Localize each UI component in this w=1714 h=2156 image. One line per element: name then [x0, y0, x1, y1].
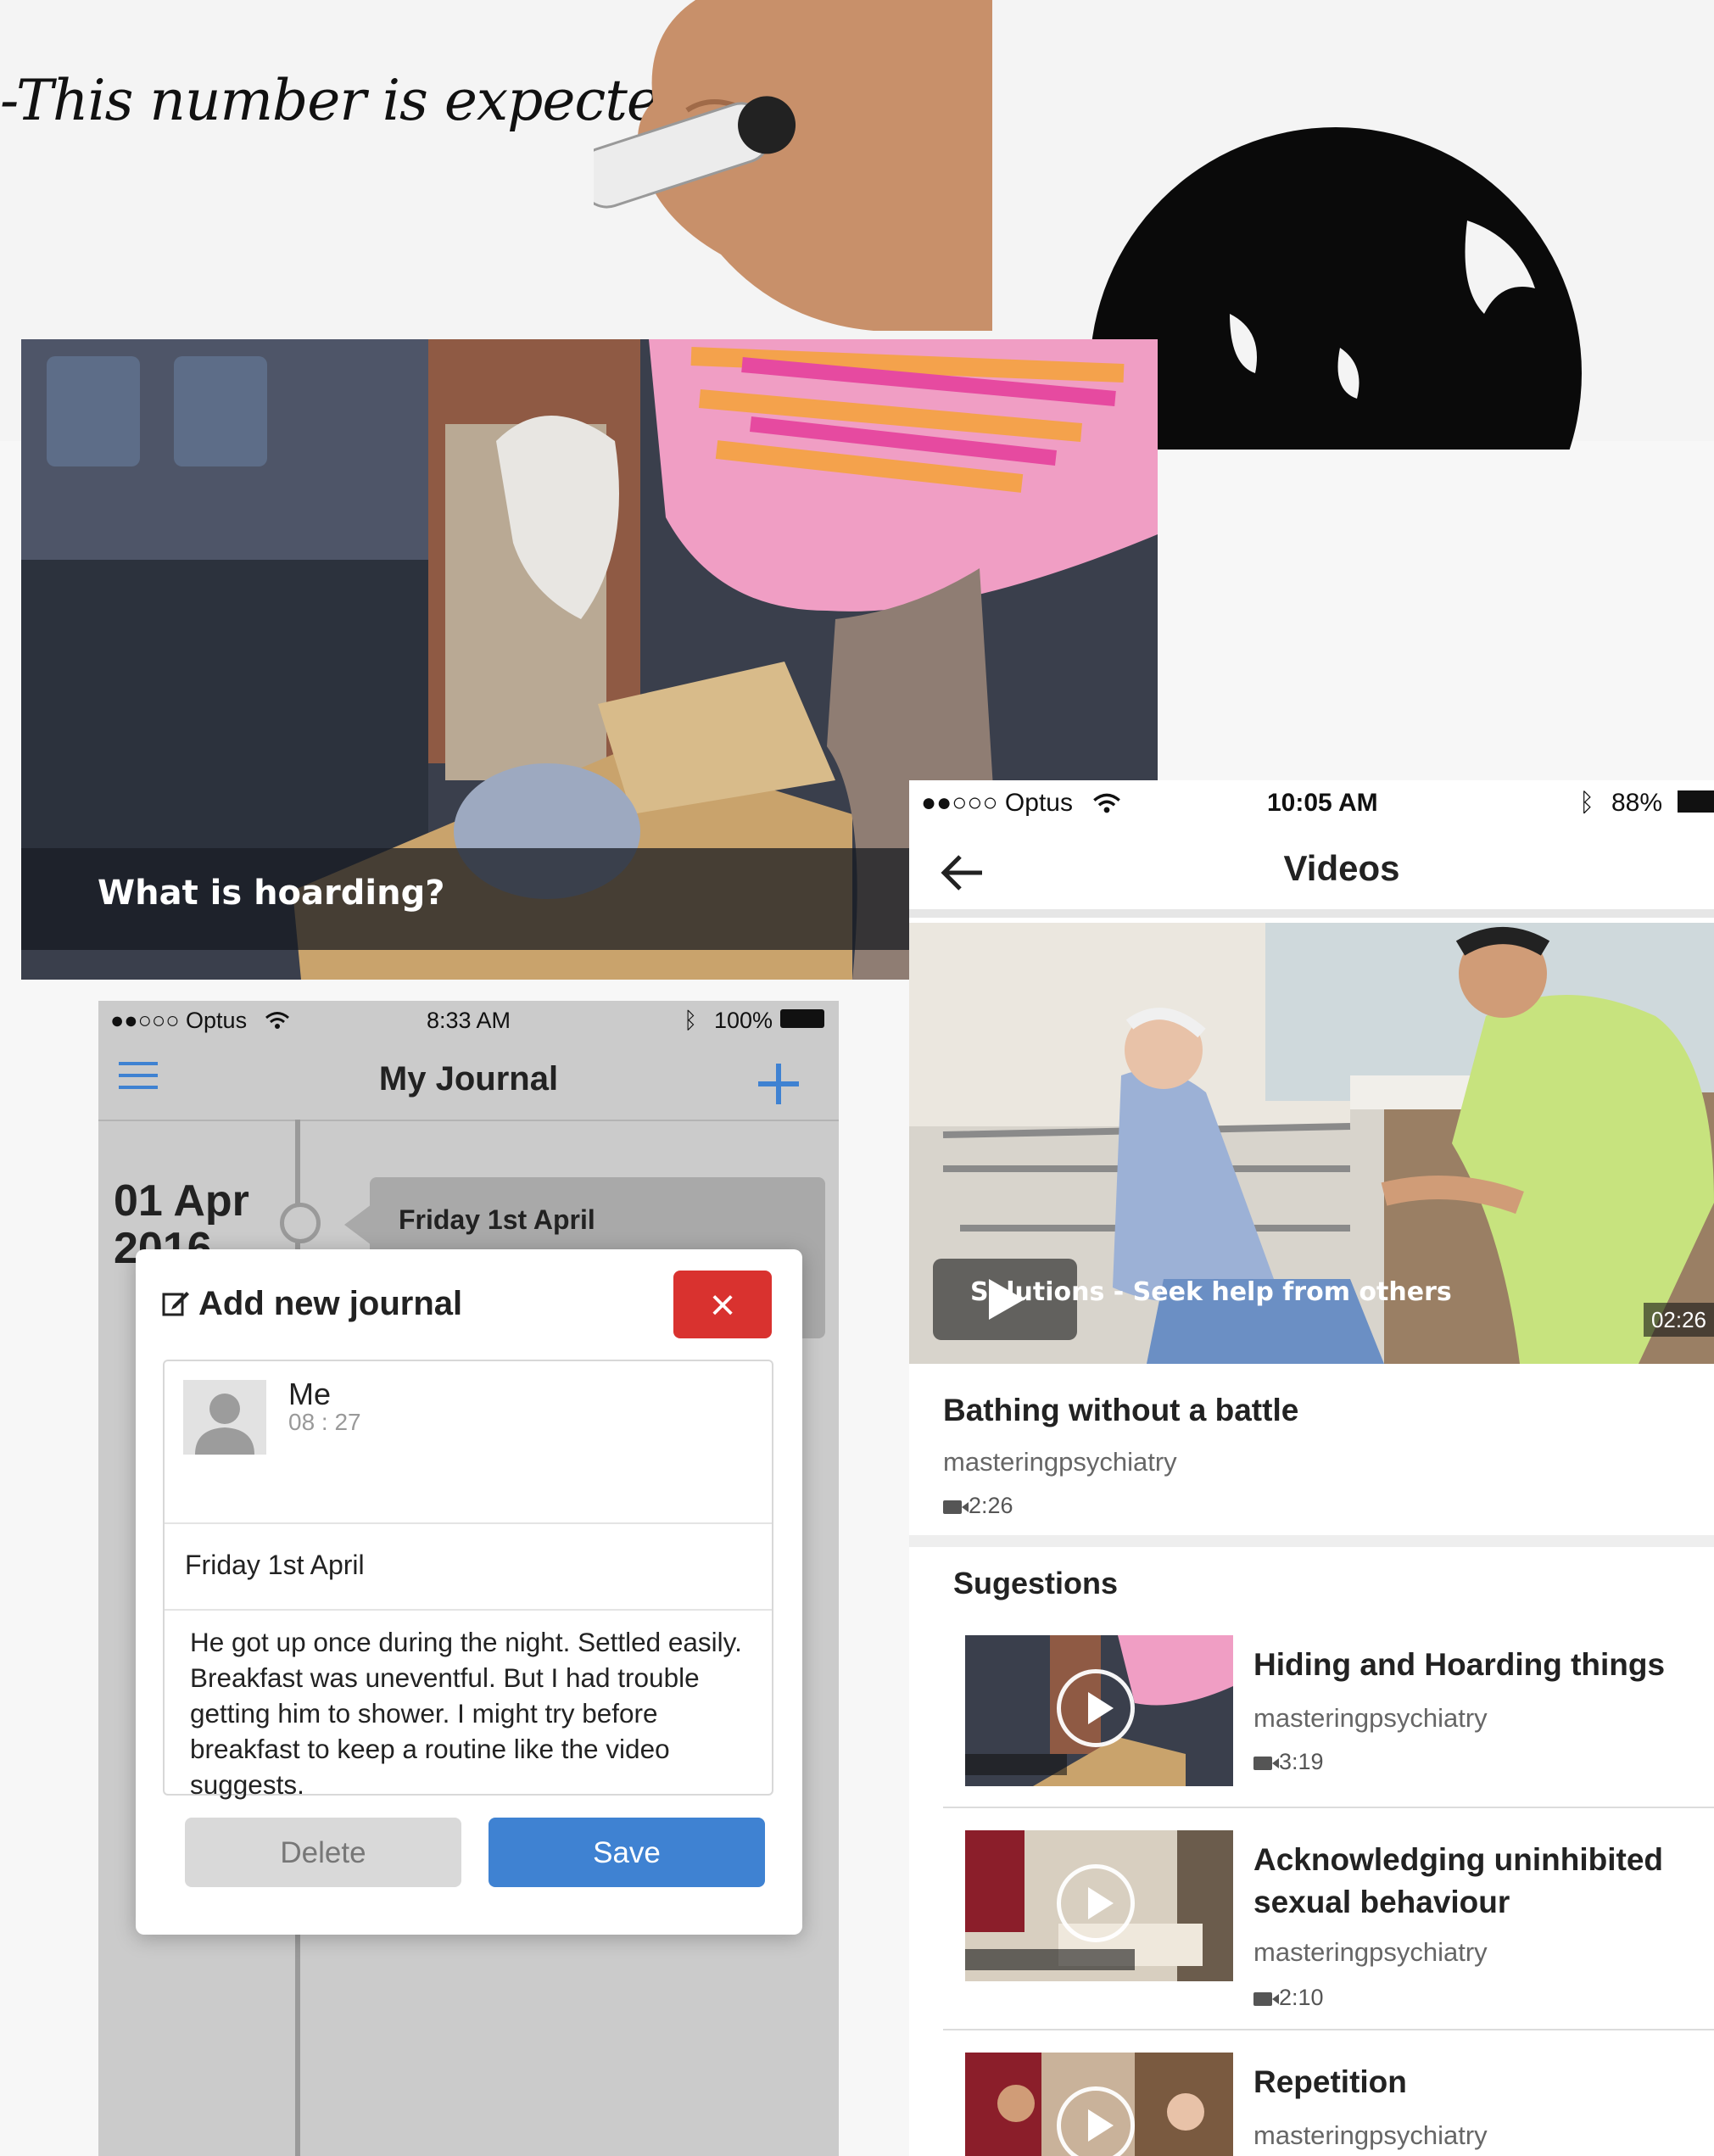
suggestion-duration: 2:10: [1253, 1985, 1324, 2011]
suggestion-item[interactable]: Acknowledging uninhibited sexual behavio…: [935, 1830, 1714, 2034]
divider: [943, 2029, 1714, 2030]
journal-form: Me 08 : 27 Friday 1st April He got up on…: [163, 1360, 773, 1800]
page-title: My Journal: [378, 1060, 559, 1098]
whiteboard-text: -This number is expected: [0, 68, 695, 133]
video-camera-icon: [1253, 1756, 1279, 1770]
entry-title-field[interactable]: Friday 1st April: [165, 1522, 772, 1611]
play-icon: [1057, 1669, 1135, 1747]
modal-title-text: Add new journal: [198, 1285, 463, 1322]
suggestion-channel: masteringpsychiatry: [1253, 2120, 1488, 2150]
suggestion-title: Repetition: [1253, 2064, 1407, 2099]
status-battery: 100%: [714, 1008, 773, 1033]
entry-time: 08 : 27: [288, 1409, 361, 1435]
battery-icon: [1678, 790, 1714, 813]
video-caption: Solutions - Seek help from others: [970, 1277, 1452, 1307]
hand-with-marker-image: [594, 0, 992, 331]
video-title: Bathing without a battle: [943, 1393, 1299, 1427]
video-camera-icon: [943, 1500, 969, 1514]
avatar: [183, 1380, 266, 1455]
wifi-icon: [1093, 793, 1120, 813]
edit-icon: [162, 1292, 189, 1316]
video-channel: masteringpsychiatry: [943, 1447, 1177, 1477]
suggestion-item[interactable]: Hiding and Hoarding things masteringpsyc…: [935, 1635, 1714, 1796]
divider: [943, 1807, 1714, 1808]
status-time: 10:05 AM: [1267, 789, 1378, 817]
entry-title-value: Friday 1st April: [185, 1550, 365, 1580]
section-divider: [909, 1535, 1714, 1547]
video-duration-badge: 02:26: [1644, 1303, 1714, 1337]
video-camera-icon: [1253, 1991, 1279, 2006]
video-duration-value: 2:26: [969, 1493, 1013, 1518]
suggestion-thumbnail: [965, 2053, 1233, 2156]
battery-icon: [780, 1009, 824, 1028]
timeline-node: [280, 1203, 321, 1243]
card-arrow: [344, 1204, 371, 1245]
video-duration: 2:26: [943, 1493, 1013, 1519]
suggestion-item[interactable]: Repetition masteringpsychiatry: [935, 2053, 1714, 2156]
suggestion-channel: masteringpsychiatry: [1253, 1703, 1488, 1733]
bluetooth-icon: ᛒ: [1579, 789, 1594, 817]
bluetooth-icon: ᛒ: [684, 1008, 698, 1033]
delete-button[interactable]: Delete: [185, 1818, 461, 1887]
plus-icon[interactable]: [757, 1062, 801, 1106]
entry-text-area[interactable]: He got up once during the night. Settled…: [190, 1624, 750, 1802]
play-icon: [1057, 2086, 1135, 2156]
timeline-date-day: 01 Apr: [114, 1176, 249, 1226]
suggestion-thumbnail: [965, 1830, 1233, 1981]
suggestion-thumbnail: [965, 1635, 1233, 1786]
suggestion-duration-value: 3:19: [1279, 1749, 1324, 1774]
suggestion-duration-value: 2:10: [1279, 1985, 1324, 2010]
videos-screen: ●●○○○ Optus 10:05 AM ᛒ 88% Videos Soluti…: [909, 780, 1714, 2156]
save-button[interactable]: Save: [489, 1818, 765, 1887]
add-journal-modal: Add new journal × Me 08 : 27 Friday 1st …: [136, 1249, 802, 1935]
status-battery: 88%: [1611, 789, 1663, 817]
play-icon: [1057, 1864, 1135, 1942]
video-player[interactable]: Solutions - Seek help from others 02:26: [909, 923, 1714, 1364]
suggestion-duration: 3:19: [1253, 1749, 1324, 1775]
modal-title: Add new journal: [161, 1285, 462, 1323]
status-carrier: ●●○○○ Optus: [921, 789, 1073, 817]
close-button[interactable]: ×: [673, 1271, 772, 1338]
suggestion-title: Hiding and Hoarding things: [1253, 1647, 1666, 1682]
author-name: Me: [288, 1377, 332, 1411]
user-icon: [195, 1394, 254, 1455]
page-title: Videos: [1283, 848, 1400, 888]
suggestion-title: Acknowledging uninhibited sexual behavio…: [1253, 1842, 1664, 1919]
journal-card-title: Friday 1st April: [399, 1204, 595, 1235]
suggestion-channel: masteringpsychiatry: [1253, 1937, 1488, 1967]
navbar-divider: [909, 909, 1714, 918]
suggestions-heading: Sugestions: [953, 1566, 1119, 1600]
video-caption: What is hoarding?: [98, 874, 445, 913]
